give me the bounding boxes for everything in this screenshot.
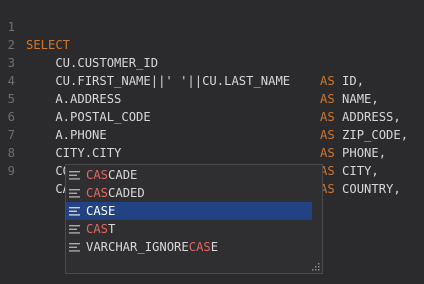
completion-item-cast[interactable]: CAST xyxy=(66,220,312,238)
completion-rest: CADE xyxy=(108,168,138,182)
completion-item-cascaded[interactable]: CASCADED xyxy=(66,184,312,202)
as-keyword: AS xyxy=(320,74,335,88)
code-line[interactable]: 1 SELECT xyxy=(0,0,70,52)
sql-editor[interactable]: 1 SELECT 2 CU.CUSTOMER_ID AS ID, 3 CU.FI… xyxy=(0,0,424,284)
code-line[interactable]: 6 A.PHONE AS PHONE, xyxy=(0,90,386,160)
alias-text: ID, xyxy=(334,74,365,88)
code-line[interactable]: 8 COUNTRY.COUNTRY AS COUNTRY, xyxy=(0,126,401,196)
completion-item-case[interactable]: CASE xyxy=(66,202,312,220)
code-line[interactable]: 4 A.ADDRESS AS ADDRESS, xyxy=(0,54,401,124)
code-text: CU.CUSTOMER_ID xyxy=(26,56,159,70)
keyword-icon xyxy=(69,225,80,234)
line-number: 9 xyxy=(7,164,15,178)
code-text: CU.FIRST_NAME||' '||CU.LAST_NAME xyxy=(26,74,291,88)
as-keyword: AS xyxy=(320,92,335,106)
completion-item-cascade[interactable]: CASCADE xyxy=(66,166,312,184)
alias-text: ADDRESS, xyxy=(334,110,401,124)
as-keyword: AS xyxy=(320,128,335,142)
completion-rest: E xyxy=(108,204,116,218)
code-line[interactable]: 2 CU.CUSTOMER_ID AS ID, xyxy=(0,18,364,88)
autocomplete-popup[interactable]: CASCADE CASCADED CASE CAST VARCHAR_IGNOR… xyxy=(65,164,323,274)
code-line[interactable]: 7 CITY.CITY AS CITY, xyxy=(0,108,379,178)
as-keyword: AS xyxy=(320,110,335,124)
keyword-icon xyxy=(69,243,80,252)
completion-match: CAS xyxy=(188,240,211,254)
alias-text: ZIP_CODE, xyxy=(334,128,409,142)
code-line[interactable]: 3 CU.FIRST_NAME||' '||CU.LAST_NAME AS NA… xyxy=(0,36,379,106)
code-line[interactable]: 5 A.POSTAL_CODE AS ZIP_CODE, xyxy=(0,72,408,142)
code-line-current[interactable]: 9 CAS xyxy=(0,144,79,196)
keyword-icon xyxy=(69,189,80,198)
completion-match: CAS xyxy=(86,222,109,236)
alias-text: PHONE, xyxy=(334,146,387,160)
keyword-icon xyxy=(69,207,80,216)
completion-rest: E xyxy=(210,240,219,254)
alias-text: CITY, xyxy=(334,164,379,178)
completion-prefix: VARCHAR_IGNORE xyxy=(86,240,189,254)
alias-text: COUNTRY, xyxy=(334,182,401,196)
completion-match: CAS xyxy=(86,204,109,218)
alias-text: NAME, xyxy=(334,92,379,106)
as-keyword: AS xyxy=(320,146,335,160)
completion-item-varchar-ignorecase[interactable]: VARCHAR_IGNORECASE xyxy=(66,238,312,256)
completion-rest: CADED xyxy=(108,186,145,200)
completion-rest: T xyxy=(108,222,116,236)
completion-match: CAS xyxy=(86,186,109,200)
resize-grip-icon[interactable] xyxy=(312,263,320,271)
code-text: A.POSTAL_CODE xyxy=(26,110,151,124)
keyword-icon xyxy=(69,171,80,180)
completion-match: CAS xyxy=(86,168,109,182)
